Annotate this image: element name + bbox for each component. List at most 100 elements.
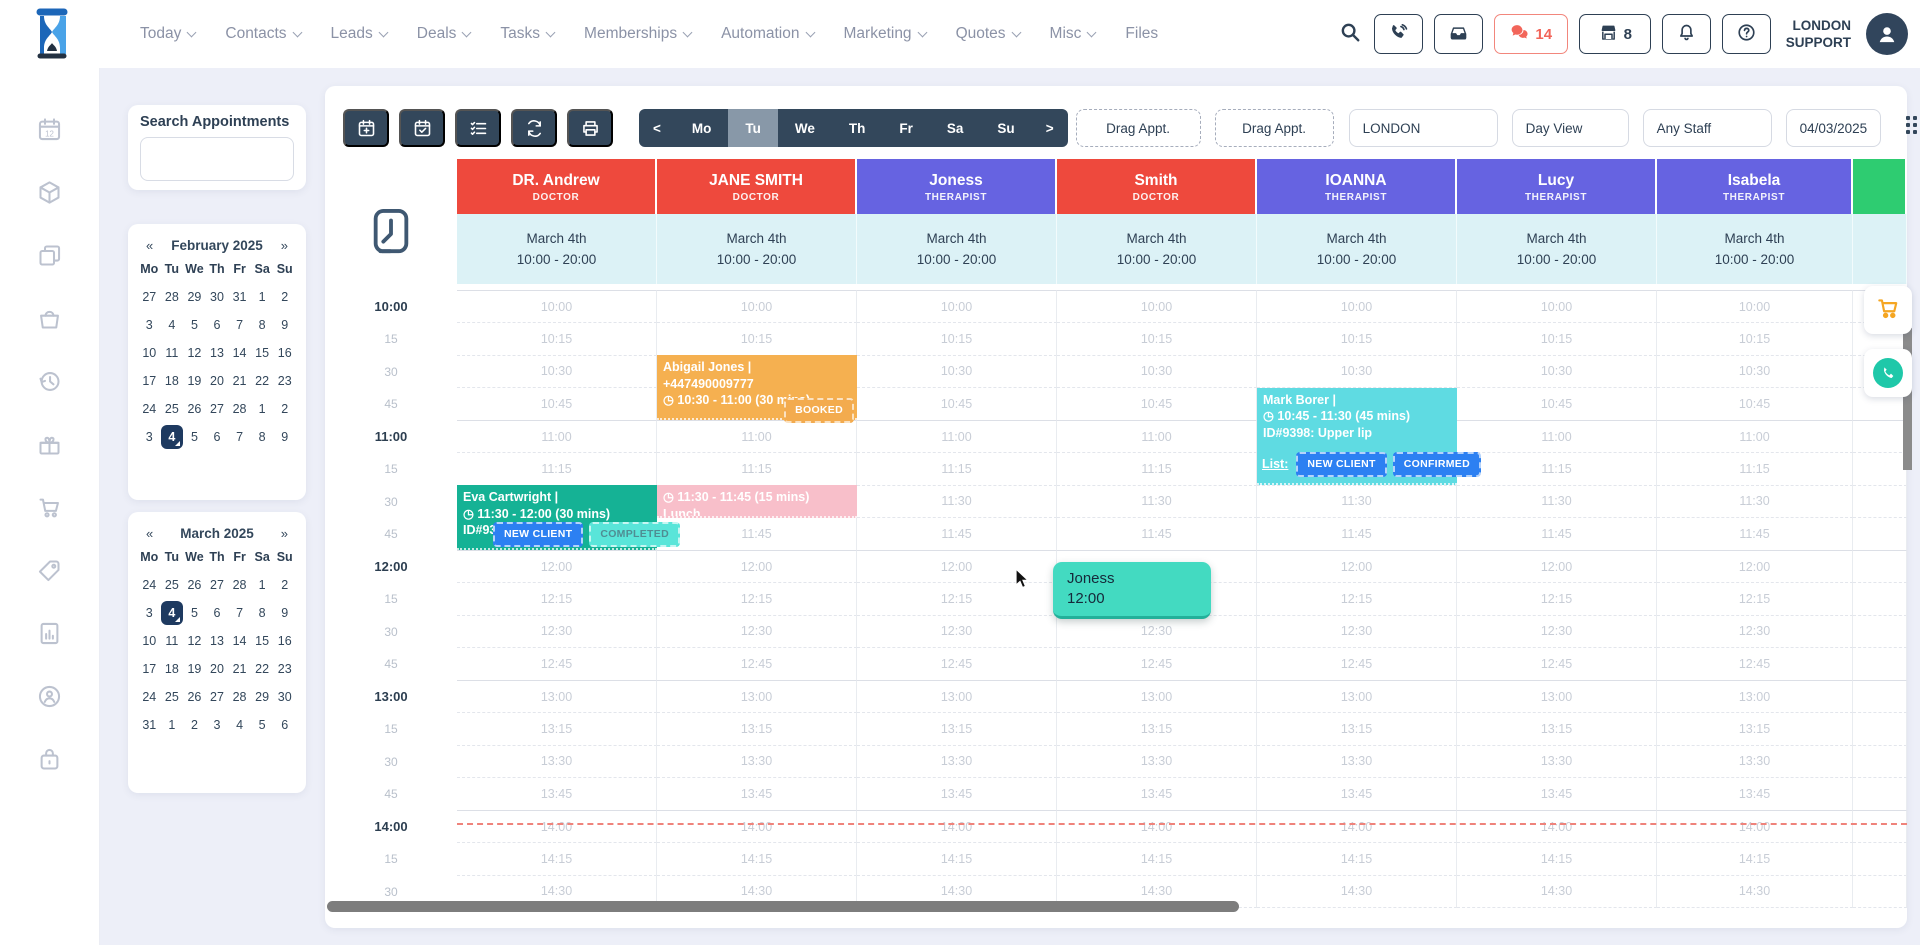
day-cell[interactable]: 11 (161, 341, 184, 365)
prev-month-button[interactable]: « (144, 238, 155, 253)
day-cell[interactable]: 19 (183, 657, 206, 681)
time-slot-cell[interactable]: 13:15 (657, 713, 857, 746)
time-slot-cell[interactable]: 11:15 (1057, 453, 1257, 486)
sidebar-history-icon[interactable] (36, 368, 63, 395)
appointment-lunch[interactable]: ◷ 11:30 - 11:45 (15 mins)Lunch (657, 485, 857, 518)
day-cell[interactable]: 2 (273, 285, 296, 309)
staff-name-band[interactable]: DR. AndrewDOCTOR (457, 159, 657, 214)
day-tab-mo[interactable]: Mo (675, 109, 729, 147)
new-appointment-button[interactable] (343, 109, 389, 147)
next-month-button[interactable]: » (279, 238, 290, 253)
day-cell[interactable]: 1 (251, 397, 274, 421)
time-slot-cell[interactable]: 13:00 (657, 680, 857, 713)
time-slot-cell[interactable] (1853, 875, 1907, 908)
time-slot-cell[interactable]: 11:00 (1057, 420, 1257, 453)
day-cell[interactable]: 31 (228, 285, 251, 309)
sidebar-copy-icon[interactable] (36, 242, 63, 269)
day-cell[interactable]: 24 (138, 397, 161, 421)
time-slot-cell[interactable]: 14:15 (1057, 843, 1257, 876)
time-slot-cell[interactable]: 11:30 (1657, 485, 1853, 518)
day-cell[interactable]: 28 (228, 573, 251, 597)
time-slot-cell[interactable]: 11:15 (657, 453, 857, 486)
nav-item-misc[interactable]: Misc (1050, 25, 1096, 43)
horizontal-scrollbar-thumb[interactable] (327, 901, 1239, 912)
time-slot-cell[interactable]: 11:00 (857, 420, 1057, 453)
time-slot-cell[interactable]: 12:45 (857, 648, 1057, 681)
day-cell[interactable]: 6 (206, 601, 229, 625)
time-slot-cell[interactable]: 13:15 (1057, 713, 1257, 746)
time-slot-cell[interactable]: 10:00 (1257, 290, 1457, 323)
day-cell[interactable]: 28 (228, 397, 251, 421)
nav-item-memberships[interactable]: Memberships (584, 25, 691, 43)
time-slot-cell[interactable]: 10:00 (1457, 290, 1657, 323)
time-slot-cell[interactable]: 12:00 (457, 550, 657, 583)
day-cell[interactable]: 27 (206, 573, 229, 597)
selected-day-cell[interactable]: 4 (161, 601, 184, 625)
date-input[interactable]: 04/03/2025 (1786, 109, 1881, 147)
day-cell[interactable]: 3 (138, 313, 161, 337)
time-slot-cell[interactable]: 13:30 (1257, 745, 1457, 778)
time-slot-cell[interactable]: 11:15 (857, 453, 1057, 486)
day-cell[interactable]: 17 (138, 369, 161, 393)
time-slot-cell[interactable]: 14:30 (1457, 875, 1657, 908)
day-cell[interactable]: 26 (183, 397, 206, 421)
time-slot-cell[interactable]: 13:30 (1057, 745, 1257, 778)
day-cell[interactable]: 9 (273, 313, 296, 337)
time-slot-cell[interactable]: 14:15 (1457, 843, 1657, 876)
day-cell[interactable]: 9 (273, 601, 296, 625)
time-slot-cell[interactable]: 14:15 (457, 843, 657, 876)
day-cell[interactable]: 21 (228, 657, 251, 681)
appointment-abigail[interactable]: Abigail Jones |+447490009777◷ 10:30 - 11… (657, 355, 857, 420)
time-slot-cell[interactable]: 12:30 (857, 615, 1057, 648)
inbox-button[interactable] (1434, 14, 1483, 54)
time-slot-cell[interactable]: 12:15 (1457, 583, 1657, 616)
day-cell[interactable]: 25 (161, 685, 184, 709)
day-cell[interactable]: 3 (138, 601, 161, 625)
time-slot-cell[interactable]: 14:00 (857, 810, 1057, 843)
time-slot-cell[interactable]: 14:15 (857, 843, 1057, 876)
time-slot-cell[interactable]: 13:00 (1057, 680, 1257, 713)
day-cell[interactable]: 22 (251, 657, 274, 681)
shop-button[interactable]: 8 (1579, 14, 1651, 54)
time-slot-cell[interactable]: 13:45 (457, 778, 657, 811)
time-slot-cell[interactable]: 12:45 (1057, 648, 1257, 681)
day-cell[interactable]: 29 (183, 285, 206, 309)
time-slot-cell[interactable]: 11:30 (857, 485, 1057, 518)
prev-day-arrow[interactable]: < (639, 109, 675, 147)
time-slot-cell[interactable]: 14:30 (1657, 875, 1853, 908)
day-cell[interactable]: 7 (228, 425, 251, 449)
day-cell[interactable]: 16 (273, 341, 296, 365)
time-slot-cell[interactable] (1853, 420, 1907, 453)
day-cell[interactable]: 7 (228, 601, 251, 625)
time-slot-cell[interactable]: 10:45 (457, 388, 657, 421)
floating-cart-button[interactable] (1864, 286, 1912, 334)
day-cell[interactable]: 13 (206, 629, 229, 653)
next-day-arrow[interactable]: > (1032, 109, 1068, 147)
time-slot-cell[interactable] (1853, 745, 1907, 778)
day-tab-su[interactable]: Su (980, 109, 1031, 147)
day-cell[interactable]: 29 (251, 685, 274, 709)
day-cell[interactable]: 31 (138, 713, 161, 737)
time-slot-cell[interactable]: 10:15 (457, 323, 657, 356)
day-cell[interactable]: 11 (161, 629, 184, 653)
time-slot-cell[interactable]: 12:15 (1657, 583, 1853, 616)
day-cell[interactable]: 10 (138, 341, 161, 365)
time-slot-cell[interactable]: 12:45 (1657, 648, 1853, 681)
time-slot-cell[interactable]: 12:00 (1457, 550, 1657, 583)
staff-name-band[interactable]: JANE SMITHDOCTOR (657, 159, 857, 214)
time-slot-cell[interactable] (1853, 680, 1907, 713)
time-slot-cell[interactable]: 12:30 (457, 615, 657, 648)
day-cell[interactable]: 6 (273, 713, 296, 737)
time-slot-cell[interactable]: 10:30 (1657, 355, 1853, 388)
day-cell[interactable]: 10 (138, 629, 161, 653)
day-cell[interactable]: 6 (206, 425, 229, 449)
time-slot-cell[interactable]: 10:00 (657, 290, 857, 323)
nav-item-quotes[interactable]: Quotes (956, 25, 1020, 43)
time-slot-cell[interactable]: 12:00 (857, 550, 1057, 583)
time-slot-cell[interactable]: 10:45 (1057, 388, 1257, 421)
time-slot-cell[interactable]: 14:00 (1057, 810, 1257, 843)
day-cell[interactable]: 28 (161, 285, 184, 309)
time-slot-cell[interactable]: 13:00 (457, 680, 657, 713)
time-slot-cell[interactable] (1853, 518, 1907, 551)
day-cell[interactable]: 27 (206, 685, 229, 709)
